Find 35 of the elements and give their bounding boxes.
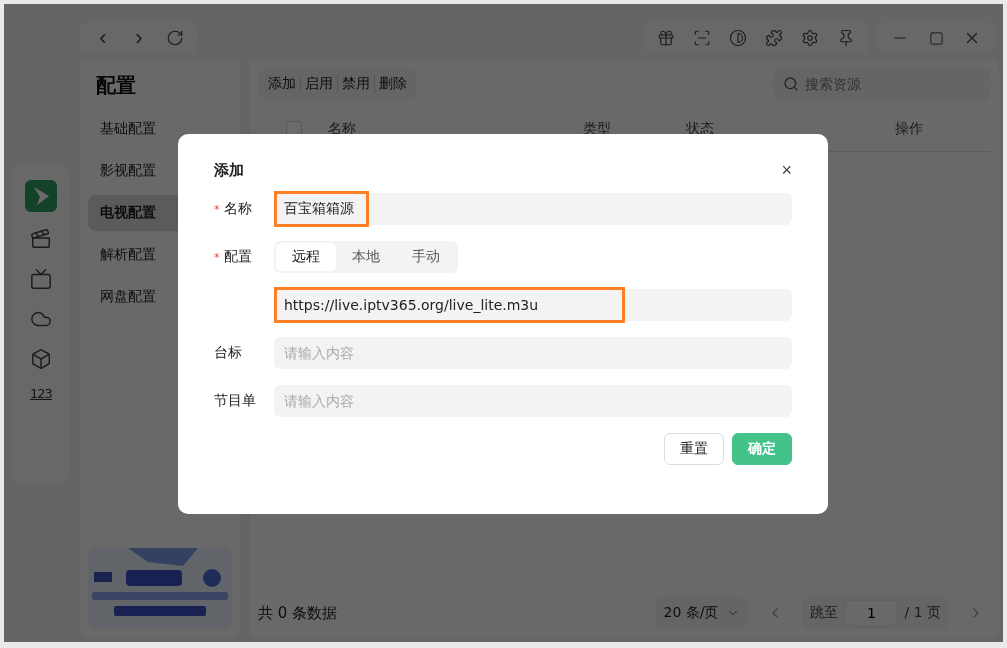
page-size-select[interactable]: 20 条/页 bbox=[655, 597, 749, 629]
dialog-title: 添加 bbox=[214, 161, 244, 180]
forward-button[interactable]: › bbox=[124, 25, 154, 51]
field-label: 配置 bbox=[223, 248, 252, 266]
field-label: 台标 bbox=[214, 344, 242, 362]
search-icon bbox=[783, 76, 799, 92]
close-button[interactable]: × bbox=[781, 160, 792, 181]
input-field[interactable]: 请输入内容 bbox=[274, 337, 792, 369]
toolbar-action[interactable]: 删除 bbox=[374, 75, 411, 93]
back-button[interactable]: ‹ bbox=[88, 25, 118, 51]
column-header: 操作 bbox=[893, 119, 924, 138]
input-field[interactable]: 百宝箱箱源 bbox=[274, 191, 369, 227]
page-input[interactable]: 1 bbox=[844, 600, 899, 626]
input-field[interactable]: 请输入内容 bbox=[274, 385, 792, 417]
app-logo[interactable] bbox=[25, 180, 57, 212]
total-count: 共 0 条数据 bbox=[258, 603, 338, 623]
toolbar-action[interactable]: 添加 bbox=[264, 75, 300, 93]
mode-option[interactable]: 远程 bbox=[276, 243, 336, 271]
column-header: 类型 bbox=[583, 119, 612, 138]
column-header: 名称 bbox=[328, 119, 357, 138]
mode-option[interactable]: 手动 bbox=[396, 243, 456, 271]
jump-label: 跳至 bbox=[810, 604, 839, 622]
required-mark: * bbox=[214, 202, 220, 216]
reset-button[interactable]: 重置 bbox=[664, 433, 724, 465]
toolbar-action[interactable]: 禁用 bbox=[337, 75, 374, 93]
confirm-button[interactable]: 确定 bbox=[732, 433, 792, 465]
sidebar-item[interactable]: 基础配置 bbox=[88, 111, 232, 147]
required-mark: * bbox=[214, 250, 220, 264]
field-label: 节目单 bbox=[214, 392, 256, 410]
page-count: / 1 页 bbox=[904, 604, 941, 622]
mode-option[interactable]: 本地 bbox=[336, 243, 396, 271]
sidebar-title: 配置 bbox=[96, 72, 137, 99]
toolbar-action[interactable]: 启用 bbox=[300, 75, 337, 93]
numbers-icon[interactable]: 123 bbox=[30, 386, 52, 401]
input-field[interactable]: https://live.iptv365.org/live_lite.m3u bbox=[274, 287, 625, 323]
